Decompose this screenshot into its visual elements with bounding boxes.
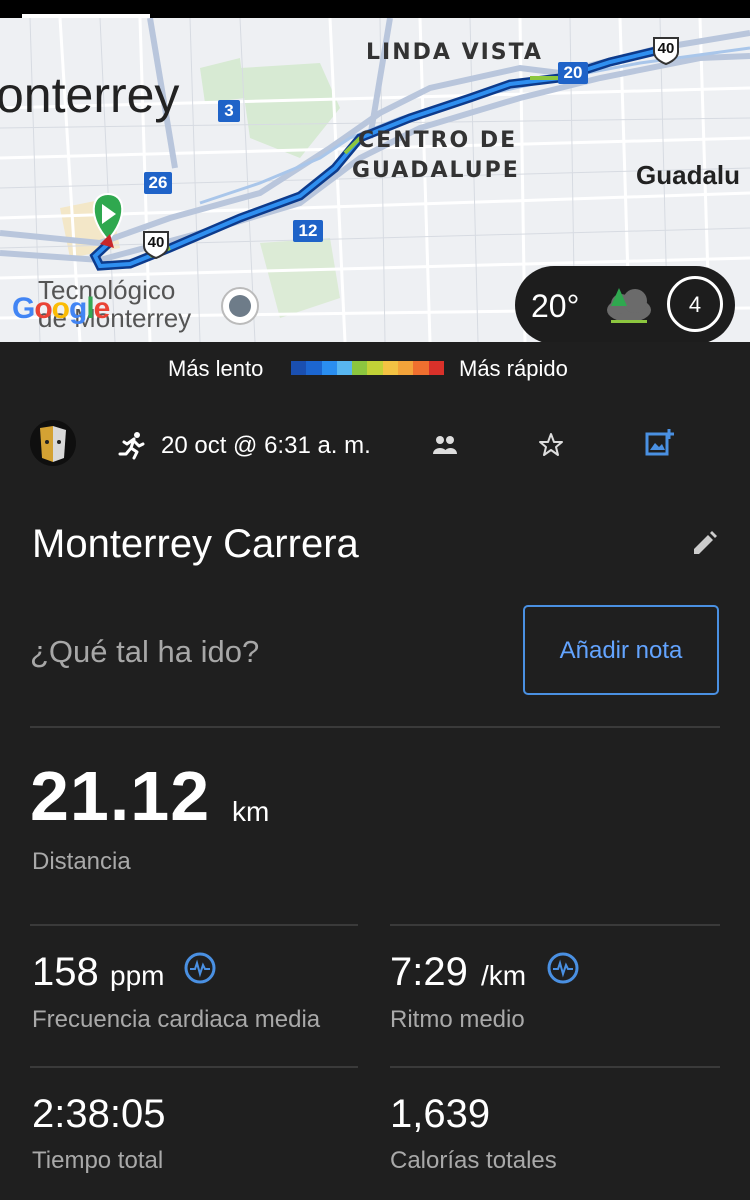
avatar[interactable] bbox=[30, 420, 76, 466]
legend-fast: Más rápido bbox=[459, 356, 568, 381]
pace-legend: Más lento Más rápido bbox=[0, 352, 750, 386]
calories-label: Calorías totales bbox=[390, 1147, 557, 1174]
highway-40-shield: 40 bbox=[650, 34, 682, 66]
status-bar bbox=[0, 0, 750, 18]
cloud-icon bbox=[607, 288, 651, 323]
people-icon[interactable] bbox=[432, 434, 458, 456]
map-label-guadalupe-city: Guadalu bbox=[636, 160, 741, 190]
divider bbox=[30, 924, 358, 926]
weather-temp: 20° bbox=[531, 288, 580, 324]
divider bbox=[390, 924, 720, 926]
star-icon[interactable] bbox=[538, 432, 564, 458]
highway-3: 3 bbox=[218, 100, 240, 122]
wind-dial: 4 bbox=[667, 276, 723, 332]
google-logo: Google bbox=[12, 292, 110, 325]
add-note-button[interactable]: Añadir nota bbox=[523, 605, 719, 695]
weather-widget[interactable]: 20° 4 bbox=[515, 266, 735, 342]
legend-gradient-bar bbox=[291, 361, 444, 375]
wind-speed: 4 bbox=[688, 292, 702, 317]
map-label-guadalupe: GUADALUPE bbox=[352, 158, 520, 183]
hr-value: 158 bbox=[32, 950, 99, 994]
heart-rate-chart-icon[interactable] bbox=[184, 952, 216, 984]
highway-26: 26 bbox=[144, 172, 172, 194]
highway-40-shield: 40 bbox=[140, 228, 172, 260]
divider bbox=[30, 1066, 358, 1068]
edit-icon[interactable] bbox=[690, 530, 718, 558]
route-map[interactable]: LINDA VISTA CENTRO DE GUADALUPE onterrey… bbox=[0, 18, 750, 342]
hr-label: Frecuencia cardiaca media bbox=[32, 1006, 321, 1033]
pace-unit: /km bbox=[481, 960, 527, 991]
calories-value: 1,639 bbox=[390, 1092, 491, 1136]
distance-unit: km bbox=[232, 796, 270, 827]
divider bbox=[390, 1066, 720, 1068]
pace-label: Ritmo medio bbox=[390, 1006, 525, 1033]
distance-label: Distancia bbox=[32, 848, 131, 875]
pace-chart-icon[interactable] bbox=[547, 952, 579, 984]
total-time-value: 2:38:05 bbox=[32, 1092, 166, 1136]
pace-value: 7:29 bbox=[390, 950, 468, 994]
map-label-centro: CENTRO DE bbox=[358, 128, 518, 153]
activity-header: 20 oct @ 6:31 a. m. bbox=[0, 418, 750, 474]
legend-slow: Más lento bbox=[168, 356, 264, 381]
how-did-it-go-prompt: ¿Qué tal ha ido? bbox=[30, 634, 260, 669]
total-time-label: Tiempo total bbox=[32, 1147, 164, 1174]
map-label-linda-vista: LINDA VISTA bbox=[366, 40, 543, 65]
add-photo-icon[interactable] bbox=[644, 428, 674, 458]
hr-unit: ppm bbox=[110, 960, 165, 991]
divider bbox=[30, 726, 720, 728]
activity-title: Monterrey Carrera bbox=[32, 522, 359, 566]
map-label-city: onterrey bbox=[0, 67, 180, 123]
distance-value: 21.12 bbox=[30, 757, 211, 835]
activity-date: 20 oct @ 6:31 a. m. bbox=[161, 432, 371, 459]
highway-20: 20 bbox=[558, 62, 588, 84]
highway-12: 12 bbox=[293, 220, 323, 242]
running-icon bbox=[118, 432, 145, 460]
